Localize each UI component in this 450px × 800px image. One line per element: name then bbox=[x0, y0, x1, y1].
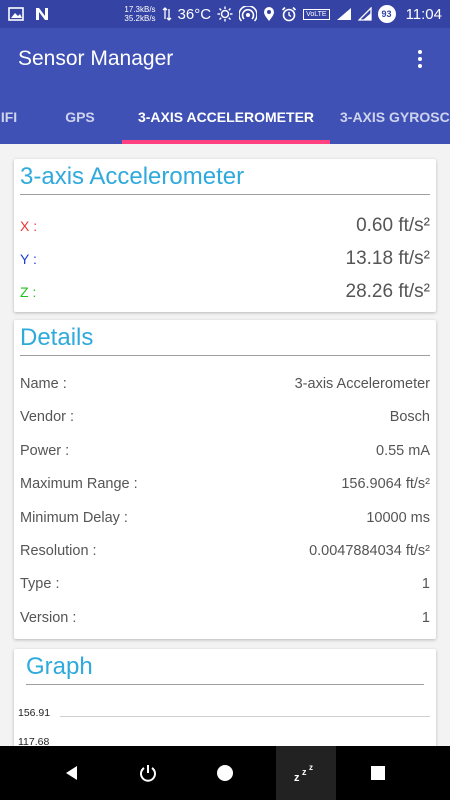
detail-label: Minimum Delay : bbox=[20, 510, 128, 526]
axis-value-y: 13.18 ft/s² bbox=[345, 248, 431, 269]
detail-value: 1 bbox=[421, 610, 430, 626]
card-divider bbox=[20, 194, 430, 195]
card-divider bbox=[26, 684, 424, 685]
graph-gridline bbox=[60, 716, 430, 717]
recents-button[interactable] bbox=[348, 746, 408, 800]
detail-value: 10000 ms bbox=[366, 510, 430, 526]
detail-value: Bosch bbox=[389, 409, 430, 425]
signal-secondary-icon bbox=[357, 7, 372, 21]
svg-text:z: z bbox=[309, 763, 313, 772]
temperature-readout: 36°C bbox=[177, 5, 212, 23]
detail-label: Name : bbox=[20, 376, 67, 392]
details-card-title: Details bbox=[20, 324, 94, 351]
detail-value: 0.55 mA bbox=[376, 443, 430, 459]
detail-row-maximum-range: Maximum Range : 156.9064 ft/s² bbox=[20, 472, 430, 496]
alarm-icon bbox=[281, 6, 297, 22]
tab-wifi[interactable]: IFI bbox=[0, 90, 30, 144]
content-scroll-area[interactable]: 3-axis Accelerometer X : 0.60 ft/s² Y : … bbox=[0, 144, 450, 746]
volte-badge: VoLTE bbox=[303, 8, 330, 20]
status-bar: 17.3kB/s 35.2kB/s 36°C VoLTE 93 11:04 bbox=[0, 0, 450, 28]
detail-value: 3-axis Accelerometer bbox=[294, 376, 430, 392]
tab-label: 3-AXIS GYROSC bbox=[340, 109, 450, 125]
network-speed-down: 35.2kB/s bbox=[124, 14, 156, 23]
detail-row-resolution: Resolution : 0.0047884034 ft/s² bbox=[20, 539, 430, 563]
tab-bar: IFI GPS 3-AXIS ACCELEROMETER 3-AXIS GYRO… bbox=[0, 90, 450, 144]
axis-row-y: Y : 13.18 ft/s² bbox=[20, 244, 430, 274]
app-bar: Sensor Manager bbox=[0, 28, 450, 90]
back-icon bbox=[66, 766, 77, 780]
axis-label-z: Z : bbox=[20, 284, 37, 300]
back-button[interactable] bbox=[42, 746, 102, 800]
home-icon bbox=[217, 765, 233, 781]
tab-gps[interactable]: GPS bbox=[46, 90, 114, 144]
svg-text:z: z bbox=[294, 772, 300, 784]
n-notification-icon bbox=[36, 8, 48, 20]
detail-row-name: Name : 3-axis Accelerometer bbox=[20, 372, 430, 396]
axis-value-x: 0.60 ft/s² bbox=[356, 215, 430, 236]
axis-label-x: X : bbox=[20, 218, 38, 234]
detail-label: Vendor : bbox=[20, 409, 75, 425]
detail-label: Resolution : bbox=[20, 543, 97, 559]
detail-value: 0.0047884034 ft/s² bbox=[309, 543, 430, 559]
graph-y-tick: 156.91 bbox=[18, 707, 51, 719]
detail-row-version: Version : 1 bbox=[20, 606, 430, 630]
detail-label: Power : bbox=[20, 443, 70, 459]
recents-icon bbox=[371, 766, 385, 780]
graph-card: Graph 156.91 117.68 bbox=[14, 649, 436, 746]
axis-label-y: Y : bbox=[20, 251, 37, 267]
sleep-button[interactable]: zzz bbox=[276, 746, 336, 800]
network-speed: 17.3kB/s 35.2kB/s bbox=[124, 5, 155, 23]
tab-label: 3-AXIS ACCELEROMETER bbox=[137, 109, 315, 125]
axis-row-z: Z : 28.26 ft/s² bbox=[20, 277, 430, 307]
data-transfer-icon bbox=[162, 7, 172, 21]
detail-value: 156.9064 ft/s² bbox=[341, 476, 430, 492]
detail-value: 1 bbox=[421, 576, 430, 592]
detail-label: Version : bbox=[20, 610, 77, 626]
card-divider bbox=[20, 355, 430, 356]
graph-y-tick: 117.68 bbox=[18, 736, 50, 746]
detail-label: Maximum Range : bbox=[20, 476, 138, 492]
hotspot-icon bbox=[239, 6, 258, 22]
axis-value-z: 28.26 ft/s² bbox=[345, 281, 431, 302]
detail-row-vendor: Vendor : Bosch bbox=[20, 405, 430, 429]
tab-3-axis-accelerometer[interactable]: 3-AXIS ACCELEROMETER bbox=[122, 90, 330, 144]
power-icon bbox=[140, 765, 156, 782]
details-card: Details Name : 3-axis Accelerometer Vendo… bbox=[14, 320, 436, 639]
detail-row-power: Power : 0.55 mA bbox=[20, 439, 430, 463]
app-title: Sensor Manager bbox=[18, 47, 174, 70]
graph-card-title: Graph bbox=[26, 653, 93, 680]
accelerometer-card: 3-axis Accelerometer X : 0.60 ft/s² Y : … bbox=[14, 159, 436, 312]
navigation-bar: zzz bbox=[0, 746, 450, 800]
svg-text:z: z bbox=[302, 767, 307, 777]
location-icon bbox=[264, 7, 275, 21]
accelerometer-card-title: 3-axis Accelerometer bbox=[20, 163, 245, 190]
detail-row-minimum-delay: Minimum Delay : 10000 ms bbox=[20, 506, 430, 530]
axis-row-x: X : 0.60 ft/s² bbox=[20, 211, 430, 241]
tab-3-axis-gyroscope[interactable]: 3-AXIS GYROSC bbox=[340, 90, 450, 144]
brightness-icon bbox=[217, 6, 233, 22]
tab-label: IFI bbox=[0, 109, 18, 125]
network-speed-up: 17.3kB/s bbox=[124, 5, 156, 14]
clock: 11:04 bbox=[405, 5, 442, 23]
power-button[interactable] bbox=[118, 746, 178, 800]
tab-label: GPS bbox=[65, 109, 95, 125]
detail-row-type: Type : 1 bbox=[20, 572, 430, 596]
detail-label: Type : bbox=[20, 576, 60, 592]
sleep-icon: zzz bbox=[294, 763, 313, 784]
battery-badge: 93 bbox=[377, 5, 396, 23]
overflow-menu-icon[interactable] bbox=[408, 47, 432, 71]
home-button[interactable] bbox=[195, 746, 255, 800]
image-notification-icon bbox=[8, 7, 24, 21]
signal-icon bbox=[336, 8, 351, 20]
